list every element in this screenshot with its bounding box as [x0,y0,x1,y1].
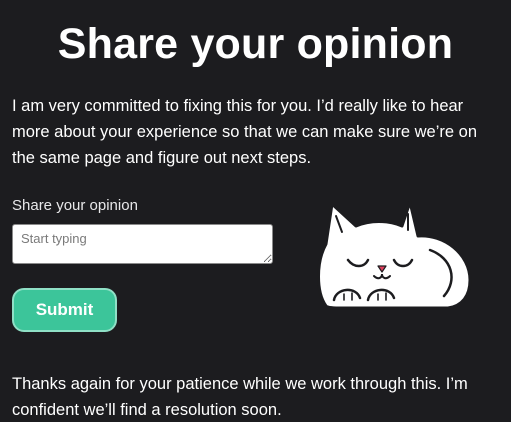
sleeping-cat-icon [317,200,472,310]
intro-text: I am very committed to fixing this for y… [12,97,477,167]
submit-button[interactable]: Submit [12,288,117,332]
opinion-input[interactable] [12,224,273,264]
opinion-label: Share your opinion [12,197,138,214]
page-title: Share your opinion [57,20,454,68]
closing-text: Thanks again for your patience while we … [12,375,468,419]
